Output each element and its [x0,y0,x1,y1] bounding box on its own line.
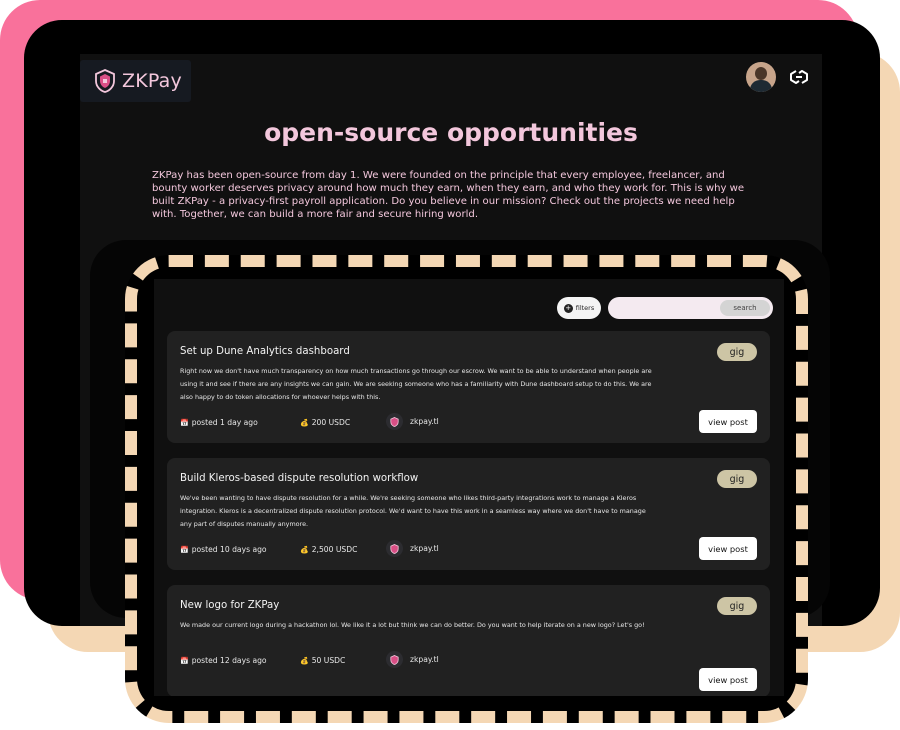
calendar-icon: 📅 [180,545,189,554]
job-description: Right now we don't have much transparenc… [180,367,652,401]
job-bounty: 💰 200 USDC [300,418,350,427]
search-button[interactable]: search [720,300,770,316]
job-org[interactable]: zkpay.tl [386,413,439,430]
page-title: open-source opportunities [264,118,638,147]
filters-button[interactable]: + filters [557,297,601,319]
job-org[interactable]: zkpay.tl [386,651,439,668]
job-posted-label: posted 12 days ago [191,656,267,665]
money-bag-icon: 💰 [300,545,309,554]
org-name: zkpay.tl [410,417,439,426]
money-bag-icon: 💰 [300,656,309,665]
chain-link-icon[interactable] [788,67,810,87]
view-post-button[interactable]: view post [699,537,757,560]
shield-icon [95,69,115,93]
job-posted-label: posted 1 day ago [191,418,258,427]
job-posted: 📅 posted 1 day ago [180,418,258,427]
job-title[interactable]: Set up Dune Analytics dashboard [180,346,350,357]
job-card: Build Kleros-based dispute resolution wo… [167,458,770,570]
job-card: New logo for ZKPay gig We made our curre… [167,585,770,696]
org-name: zkpay.tl [410,544,439,553]
avatar-head [755,67,767,80]
brand-logo[interactable]: ZKPay [80,60,191,102]
job-tag: gig [717,597,757,615]
brand-name: ZKPay [122,70,182,92]
job-title[interactable]: New logo for ZKPay [180,600,279,611]
job-posted-label: posted 10 days ago [191,545,267,554]
org-shield-icon [386,540,403,557]
org-shield-icon [386,651,403,668]
view-post-button[interactable]: view post [699,410,757,433]
job-tag: gig [717,343,757,361]
job-bounty-label: 2,500 USDC [311,545,358,554]
job-bounty-label: 50 USDC [311,656,346,665]
job-description: We made our current logo during a hackat… [180,621,645,629]
job-posted: 📅 posted 12 days ago [180,656,267,665]
opportunities-panel: + filters search Set up Dune Analytics d… [125,255,808,723]
plus-icon: + [563,303,573,313]
avatar-body [750,80,772,92]
job-tag: gig [717,470,757,488]
money-bag-icon: 💰 [300,418,309,427]
job-card: Set up Dune Analytics dashboard gig Righ… [167,331,770,443]
page-description: ZKPay has been open-source from day 1. W… [152,170,745,220]
job-posted: 📅 posted 10 days ago [180,545,267,554]
avatar[interactable] [746,62,776,92]
opportunities-list-container: + filters search Set up Dune Analytics d… [154,279,784,696]
search-bar: search [608,297,773,319]
job-org[interactable]: zkpay.tl [386,540,439,557]
job-description: We've been wanting to have dispute resol… [180,494,646,528]
filters-label: filters [575,304,595,312]
search-input[interactable] [614,299,714,317]
org-shield-icon [386,413,403,430]
job-bounty-label: 200 USDC [311,418,351,427]
org-name: zkpay.tl [410,655,439,664]
calendar-icon: 📅 [180,418,189,427]
view-post-button[interactable]: view post [699,668,757,691]
job-title[interactable]: Build Kleros-based dispute resolution wo… [180,473,418,484]
job-bounty: 💰 2,500 USDC [300,545,357,554]
calendar-icon: 📅 [180,656,189,665]
job-bounty: 💰 50 USDC [300,656,345,665]
